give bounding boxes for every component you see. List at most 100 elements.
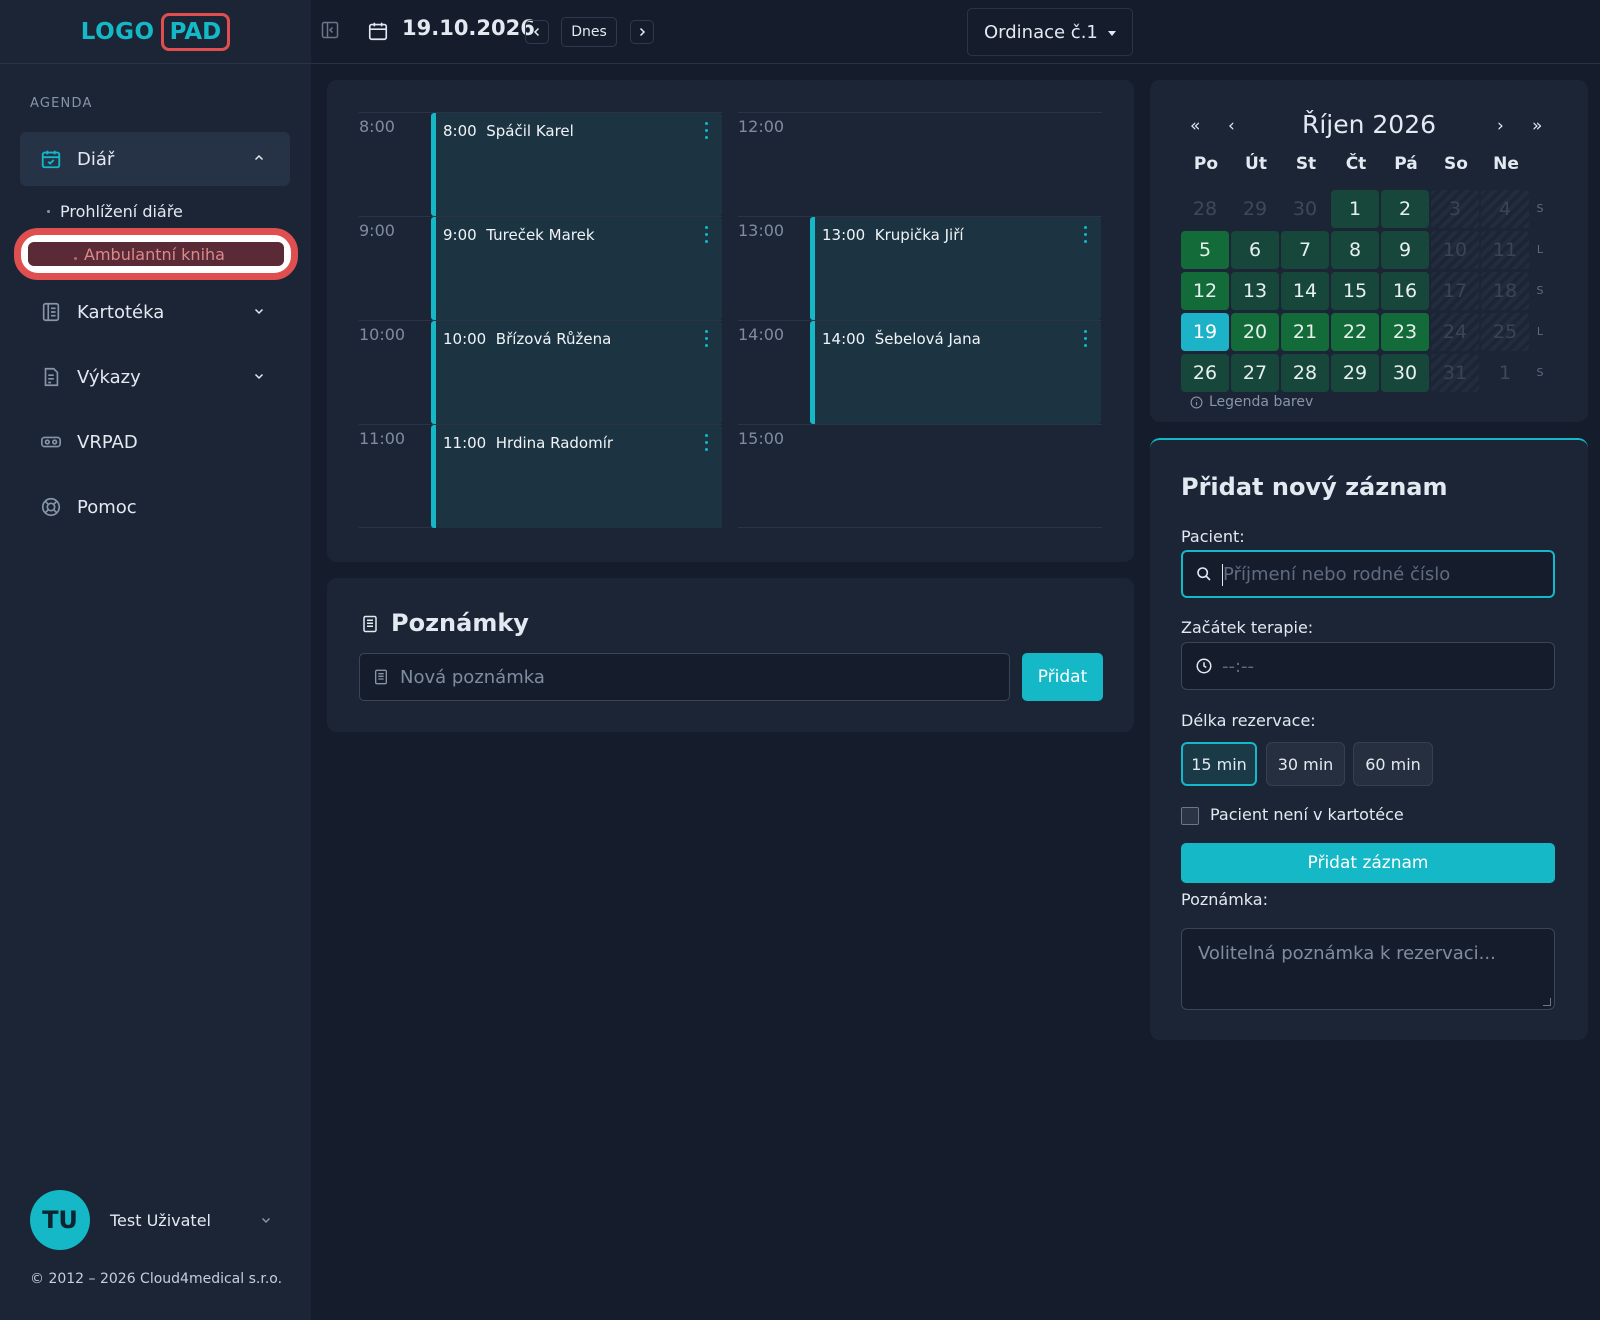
logo[interactable]: LOGO PAD <box>0 0 311 64</box>
calendar-day[interactable]: 25 <box>1481 313 1529 351</box>
sidebar-item-vrpad[interactable]: VRPAD <box>20 415 290 469</box>
sidebar-subitem-label: Prohlížení diáře <box>60 202 183 221</box>
calendar-day[interactable]: 31 <box>1431 354 1479 392</box>
sidebar-item-vykazy[interactable]: Výkazy <box>20 350 290 404</box>
sidebar-item-diar[interactable]: Diář <box>20 132 290 186</box>
resize-handle-icon[interactable] <box>1543 998 1551 1006</box>
sidebar-item-label: Výkazy <box>77 366 141 388</box>
sidebar-item-pomoc[interactable]: Pomoc <box>20 480 290 534</box>
add-note-button[interactable]: Přidat <box>1022 653 1103 701</box>
color-legend[interactable]: Legenda barev <box>1190 394 1313 410</box>
sidebar-subitem-label: Ambulantní kniha <box>84 244 225 264</box>
calendar-day[interactable]: 9 <box>1381 231 1429 269</box>
start-label: Začátek terapie: <box>1181 618 1314 637</box>
appointment[interactable]: 14:00 Šebelová Jana <box>810 321 1101 424</box>
calendar-day[interactable]: 29 <box>1331 354 1379 392</box>
calendar-day[interactable]: 17 <box>1431 272 1479 310</box>
calendar-day[interactable]: 20 <box>1231 313 1279 351</box>
calendar-day[interactable]: 5 <box>1181 231 1229 269</box>
calendar-day[interactable]: 26 <box>1181 354 1229 392</box>
duration-15-button[interactable]: 15 min <box>1181 742 1257 786</box>
calendar-day[interactable]: 22 <box>1331 313 1379 351</box>
calendar-day[interactable]: 27 <box>1231 354 1279 392</box>
time-label: 14:00 <box>738 325 785 344</box>
more-vertical-icon[interactable] <box>1084 330 1088 348</box>
time-label: 13:00 <box>738 221 785 240</box>
chevron-left-icon <box>533 27 540 37</box>
calendar-day[interactable]: 14 <box>1281 272 1329 310</box>
calendar-day[interactable]: 19 <box>1181 313 1229 351</box>
not-in-registry-checkbox[interactable] <box>1181 807 1199 825</box>
appointment[interactable]: 9:00 Tureček Marek <box>431 217 722 320</box>
appointment-patient: Spáčil Karel <box>486 122 574 140</box>
more-vertical-icon[interactable] <box>1084 226 1088 244</box>
note-label: Poznámka: <box>1181 890 1268 909</box>
note-textarea[interactable]: Volitelná poznámka k rezervaci... <box>1181 928 1555 1010</box>
calendar-day[interactable]: 28 <box>1281 354 1329 392</box>
calendar-icon[interactable] <box>367 20 389 42</box>
appointment[interactable]: 13:00 Krupička Jiří <box>810 217 1101 320</box>
calendar-day[interactable]: 1 <box>1481 354 1529 392</box>
more-vertical-icon[interactable] <box>705 330 709 348</box>
sidebar-subitem-ambulantni-kniha[interactable]: Ambulantní kniha <box>28 242 284 266</box>
sidebar-subitem-prohlizeni[interactable]: Prohlížení diáře <box>47 202 183 221</box>
calendar-day[interactable]: 7 <box>1281 231 1329 269</box>
calendar-day[interactable]: 30 <box>1281 190 1329 228</box>
calendar-day[interactable]: 10 <box>1431 231 1479 269</box>
time-slot[interactable] <box>738 424 1102 528</box>
user-menu[interactable]: TU Test Uživatel <box>30 1190 280 1250</box>
next-month-button[interactable]: › <box>1497 116 1504 136</box>
sidebar: LOGO PAD AGENDA Diář Prohlížení diáře Am… <box>0 0 311 1320</box>
appointment-time: 9:00 <box>443 226 477 244</box>
patient-search-input[interactable]: Příjmení nebo rodné číslo <box>1181 550 1555 598</box>
next-day-button[interactable] <box>630 20 654 44</box>
calendar-check-icon <box>39 147 63 171</box>
start-time-input[interactable]: --:-- <box>1181 642 1555 690</box>
calendar-day[interactable]: 30 <box>1381 354 1429 392</box>
calendar-day[interactable]: 3 <box>1431 190 1479 228</box>
office-select[interactable]: Ordinace č.1 <box>967 8 1133 56</box>
calendar-day[interactable]: 28 <box>1181 190 1229 228</box>
prev-day-button[interactable] <box>525 20 549 44</box>
calendar-day[interactable]: 11 <box>1481 231 1529 269</box>
calendar-day[interactable]: 18 <box>1481 272 1529 310</box>
new-note-input[interactable]: Nová poznámka <box>359 653 1010 701</box>
search-icon <box>1196 566 1212 587</box>
calendar-day[interactable]: 6 <box>1231 231 1279 269</box>
appointment[interactable]: 8:00 Spáčil Karel <box>431 113 722 216</box>
calendar-day[interactable]: 4 <box>1481 190 1529 228</box>
next-year-button[interactable]: » <box>1532 116 1542 136</box>
sidebar-item-kartoteka[interactable]: Kartotéka <box>20 285 290 339</box>
appointment[interactable]: 11:00 Hrdina Radomír <box>431 425 722 528</box>
duration-30-button[interactable]: 30 min <box>1266 742 1345 786</box>
calendar-day[interactable]: 16 <box>1381 272 1429 310</box>
calendar-day[interactable]: 23 <box>1381 313 1429 351</box>
weekday-label: So <box>1444 154 1468 174</box>
time-slot[interactable] <box>738 112 1102 216</box>
calendar-day[interactable]: 24 <box>1431 313 1479 351</box>
calendar-day[interactable]: 21 <box>1281 313 1329 351</box>
calendar-day[interactable]: 8 <box>1331 231 1379 269</box>
calendar-day[interactable]: 12 <box>1181 272 1229 310</box>
calendar-day[interactable]: 15 <box>1331 272 1379 310</box>
time-label: 11:00 <box>359 429 406 448</box>
calendar-day[interactable]: 29 <box>1231 190 1279 228</box>
add-record-button[interactable]: Přidat záznam <box>1181 843 1555 883</box>
sidebar-collapse-icon[interactable] <box>320 20 342 42</box>
calendar-day[interactable]: 1 <box>1331 190 1379 228</box>
time-label: 15:00 <box>738 429 785 448</box>
sidebar-item-label: VRPAD <box>77 431 138 453</box>
duration-60-button[interactable]: 60 min <box>1353 742 1433 786</box>
note-icon <box>373 668 389 691</box>
more-vertical-icon[interactable] <box>705 122 709 140</box>
today-button[interactable]: Dnes <box>561 17 617 47</box>
week-letter: S <box>1536 284 1544 297</box>
calendar-day[interactable]: 2 <box>1381 190 1429 228</box>
more-vertical-icon[interactable] <box>705 434 709 452</box>
vr-headset-icon <box>39 430 63 454</box>
more-vertical-icon[interactable] <box>705 226 709 244</box>
appointment[interactable]: 10:00 Břízová Růžena <box>431 321 722 424</box>
appointment-patient: Tureček Marek <box>486 226 595 244</box>
appointment-patient: Hrdina Radomír <box>495 434 614 452</box>
calendar-day[interactable]: 13 <box>1231 272 1279 310</box>
